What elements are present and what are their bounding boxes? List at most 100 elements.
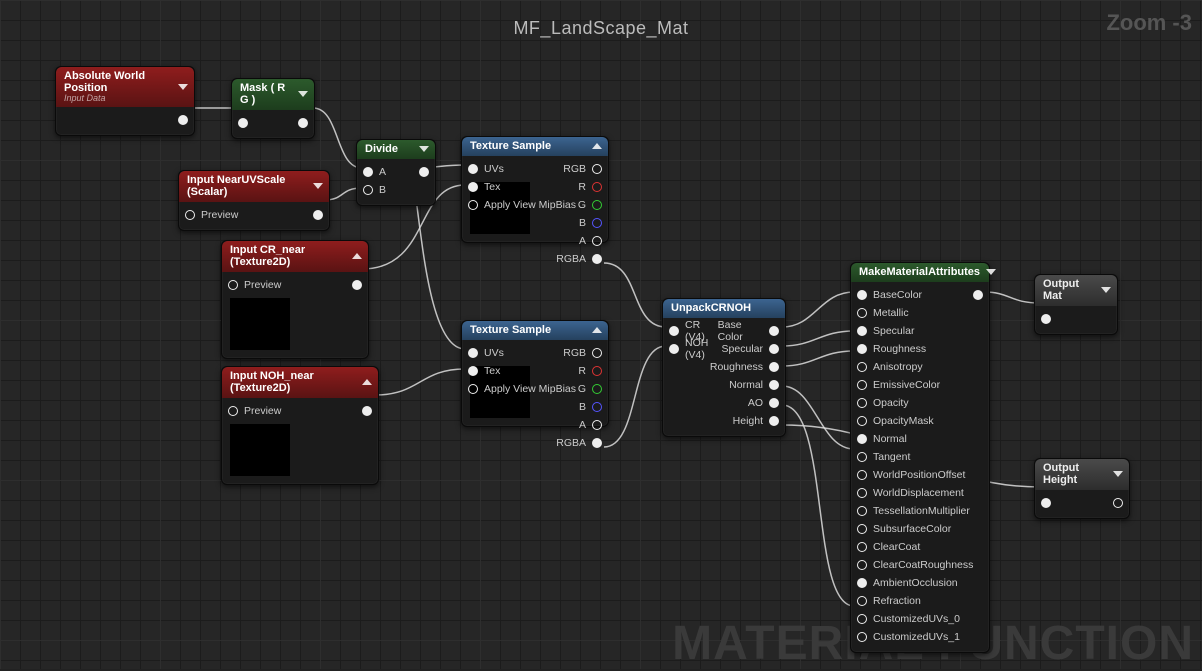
chevron-down-icon[interactable] xyxy=(313,183,323,189)
node-divide[interactable]: Divide A B xyxy=(356,139,436,206)
node-title: Texture Sample xyxy=(470,140,551,152)
node-mask-rg[interactable]: Mask ( R G ) xyxy=(231,78,315,139)
out-spec[interactable] xyxy=(769,344,779,354)
out-r[interactable] xyxy=(592,182,602,192)
out-rgb[interactable] xyxy=(592,348,602,358)
output-pin[interactable] xyxy=(362,406,372,416)
chevron-up-icon[interactable] xyxy=(362,379,372,385)
in-worldpositionoffset[interactable] xyxy=(857,470,867,480)
out-height[interactable] xyxy=(769,416,779,426)
in-basecolor[interactable] xyxy=(857,290,867,300)
node-absolute-world-position[interactable]: Absolute World Position Input Data xyxy=(55,66,195,136)
out-rough[interactable] xyxy=(769,362,779,372)
out-g[interactable] xyxy=(592,200,602,210)
in-clearcoat[interactable] xyxy=(857,542,867,552)
node-header[interactable]: Input NOH_near (Texture2D) xyxy=(222,367,378,398)
output-pin[interactable] xyxy=(973,290,983,300)
out-a[interactable] xyxy=(592,420,602,430)
in-cr[interactable] xyxy=(669,326,679,336)
chevron-up-icon[interactable] xyxy=(592,143,602,149)
node-header[interactable]: MakeMaterialAttributes xyxy=(851,263,989,282)
out-rgb[interactable] xyxy=(592,164,602,174)
in-mip[interactable] xyxy=(468,384,478,394)
pin-label: ClearCoat xyxy=(873,541,920,553)
output-pin[interactable] xyxy=(178,115,188,125)
in-specular[interactable] xyxy=(857,326,867,336)
out-r[interactable] xyxy=(592,366,602,376)
out-ao[interactable] xyxy=(769,398,779,408)
in-mip[interactable] xyxy=(468,200,478,210)
out-g[interactable] xyxy=(592,384,602,394)
out-base[interactable] xyxy=(769,326,779,336)
output-pin[interactable] xyxy=(419,167,429,177)
in-uvs[interactable] xyxy=(468,164,478,174)
chevron-down-icon[interactable] xyxy=(178,84,188,90)
node-output-height[interactable]: Output Height xyxy=(1034,458,1130,519)
node-header[interactable]: Input NearUVScale (Scalar) xyxy=(179,171,329,202)
in-tex[interactable] xyxy=(468,182,478,192)
out-b[interactable] xyxy=(592,218,602,228)
node-input-nearuvscale[interactable]: Input NearUVScale (Scalar) Preview xyxy=(178,170,330,231)
input-pin[interactable] xyxy=(1041,314,1051,324)
node-make-material-attributes[interactable]: MakeMaterialAttributes BaseColorMetallic… xyxy=(850,262,990,653)
in-emissivecolor[interactable] xyxy=(857,380,867,390)
node-texture-sample-2[interactable]: Texture Sample UVsRGB TexR Apply View Mi… xyxy=(461,320,609,427)
chevron-down-icon[interactable] xyxy=(1113,471,1123,477)
in-opacity[interactable] xyxy=(857,398,867,408)
node-output-mat[interactable]: Output Mat xyxy=(1034,274,1118,335)
node-header[interactable]: Absolute World Position Input Data xyxy=(56,67,194,107)
input-pin-b[interactable] xyxy=(363,185,373,195)
in-tex[interactable] xyxy=(468,366,478,376)
node-header[interactable]: Output Mat xyxy=(1035,275,1117,306)
node-header[interactable]: Output Height xyxy=(1035,459,1129,490)
node-header[interactable]: Input CR_near (Texture2D) xyxy=(222,241,368,272)
chevron-up-icon[interactable] xyxy=(592,327,602,333)
out-rgba[interactable] xyxy=(592,438,602,448)
in-uvs[interactable] xyxy=(468,348,478,358)
pin-label: WorldPositionOffset xyxy=(873,469,965,481)
in-opacitymask[interactable] xyxy=(857,416,867,426)
output-pin[interactable] xyxy=(313,210,323,220)
preview-pin[interactable] xyxy=(228,406,238,416)
chevron-down-icon[interactable] xyxy=(298,91,308,97)
node-header[interactable]: Texture Sample xyxy=(462,137,608,156)
chevron-down-icon[interactable] xyxy=(1101,287,1111,293)
output-pin[interactable] xyxy=(298,118,308,128)
in-tangent[interactable] xyxy=(857,452,867,462)
out-a[interactable] xyxy=(592,236,602,246)
in-roughness[interactable] xyxy=(857,344,867,354)
node-texture-sample-1[interactable]: Texture Sample UVsRGB TexR Apply View Mi… xyxy=(461,136,609,243)
node-input-cr-near[interactable]: Input CR_near (Texture2D) Preview xyxy=(221,240,369,359)
node-header[interactable]: Texture Sample xyxy=(462,321,608,340)
in-customizeduvs_0[interactable] xyxy=(857,614,867,624)
in-anisotropy[interactable] xyxy=(857,362,867,372)
input-pin-a[interactable] xyxy=(363,167,373,177)
in-clearcoatroughness[interactable] xyxy=(857,560,867,570)
node-input-noh-near[interactable]: Input NOH_near (Texture2D) Preview xyxy=(221,366,379,485)
node-header[interactable]: UnpackCRNOH xyxy=(663,299,785,318)
out-norm[interactable] xyxy=(769,380,779,390)
in-normal[interactable] xyxy=(857,434,867,444)
in-tessellationmultiplier[interactable] xyxy=(857,506,867,516)
out-rgba[interactable] xyxy=(592,254,602,264)
input-pin[interactable] xyxy=(238,118,248,128)
preview-pin[interactable] xyxy=(185,210,195,220)
in-refraction[interactable] xyxy=(857,596,867,606)
preview-pin[interactable] xyxy=(228,280,238,290)
in-subsurfacecolor[interactable] xyxy=(857,524,867,534)
in-worlddisplacement[interactable] xyxy=(857,488,867,498)
chevron-down-icon[interactable] xyxy=(986,269,996,275)
node-unpack-crnoh[interactable]: UnpackCRNOH CR (V4)Base Color NOH (V4)Sp… xyxy=(662,298,786,437)
output-pin[interactable] xyxy=(352,280,362,290)
node-header[interactable]: Mask ( R G ) xyxy=(232,79,314,110)
output-pin[interactable] xyxy=(1113,498,1123,508)
in-metallic[interactable] xyxy=(857,308,867,318)
node-header[interactable]: Divide xyxy=(357,140,435,159)
in-noh[interactable] xyxy=(669,344,679,354)
input-pin[interactable] xyxy=(1041,498,1051,508)
chevron-down-icon[interactable] xyxy=(419,146,429,152)
in-ambientocclusion[interactable] xyxy=(857,578,867,588)
chevron-up-icon[interactable] xyxy=(352,253,362,259)
in-customizeduvs_1[interactable] xyxy=(857,632,867,642)
out-b[interactable] xyxy=(592,402,602,412)
